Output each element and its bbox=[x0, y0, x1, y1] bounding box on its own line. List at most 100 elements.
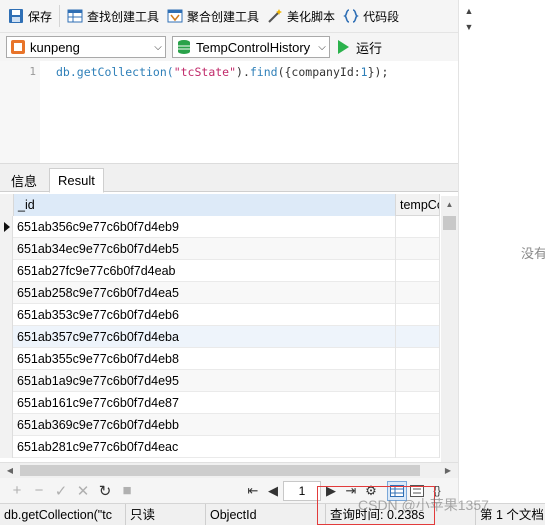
cell-tempco[interactable] bbox=[396, 392, 440, 414]
cell-id[interactable]: 651ab356c9e77c6b0f7d4eb9 bbox=[14, 216, 396, 238]
play-icon bbox=[338, 40, 349, 54]
toolbar-divider bbox=[59, 5, 61, 27]
cell-id[interactable]: 651ab355c9e77c6b0f7d4eb8 bbox=[14, 348, 396, 370]
row-indicator[interactable] bbox=[0, 436, 13, 458]
scroll-up-arrow[interactable]: ▲ bbox=[441, 196, 458, 214]
code-snippet-label: 代码段 bbox=[363, 9, 400, 24]
connection-select[interactable]: kunpeng ⌵ bbox=[6, 36, 166, 58]
table-row[interactable]: 651ab34ec9e77c6b0f7d4eb5 bbox=[0, 238, 440, 260]
remove-icon[interactable]: − bbox=[28, 480, 50, 502]
cell-id[interactable]: 651ab258c9e77c6b0f7d4ea5 bbox=[14, 282, 396, 304]
panel-down-arrow[interactable]: ▼ bbox=[459, 18, 479, 36]
find-builder-label: 查找创建工具 bbox=[87, 9, 160, 24]
magic-wand-icon bbox=[267, 8, 283, 24]
code-token: db.getCollection( bbox=[56, 65, 174, 79]
row-indicator[interactable] bbox=[0, 348, 13, 370]
code-token: ). bbox=[236, 65, 250, 79]
table-row[interactable]: 651ab27fc9e77c6b0f7d4eab bbox=[0, 260, 440, 282]
cell-tempco[interactable] bbox=[396, 304, 440, 326]
row-indicator[interactable] bbox=[0, 238, 13, 260]
cell-tempco[interactable] bbox=[396, 326, 440, 348]
row-indicator-header bbox=[0, 194, 14, 216]
row-indicator[interactable] bbox=[0, 370, 13, 392]
cell-tempco[interactable] bbox=[396, 436, 440, 458]
page-number-input[interactable]: 1 bbox=[283, 481, 321, 501]
prev-page-icon[interactable]: ◀ bbox=[263, 481, 283, 501]
table-row[interactable]: 651ab258c9e77c6b0f7d4ea5 bbox=[0, 282, 440, 304]
cell-id[interactable]: 651ab27fc9e77c6b0f7d4eab bbox=[14, 260, 396, 282]
row-indicator[interactable] bbox=[0, 260, 13, 282]
scroll-left-arrow[interactable]: ◀ bbox=[2, 463, 18, 479]
table-row[interactable]: 651ab1a9c9e77c6b0f7d4e95 bbox=[0, 370, 440, 392]
right-panel-text: 没有 bbox=[521, 246, 545, 261]
column-header-tempco[interactable]: tempCo bbox=[396, 194, 440, 216]
table-row[interactable]: 651ab281c9e77c6b0f7d4eac bbox=[0, 436, 440, 458]
vertical-scrollbar[interactable] bbox=[441, 214, 458, 462]
cell-tempco[interactable] bbox=[396, 238, 440, 260]
column-header-id[interactable]: _id bbox=[14, 194, 396, 216]
collection-select[interactable]: TempControlHistory ⌵ bbox=[172, 36, 330, 58]
first-page-icon[interactable]: ⇤ bbox=[243, 481, 263, 501]
code-token: find bbox=[249, 65, 278, 79]
run-button[interactable]: 运行 bbox=[338, 38, 382, 57]
aggregate-builder-button[interactable]: 聚合创建工具 bbox=[163, 4, 263, 28]
cell-tempco[interactable] bbox=[396, 414, 440, 436]
table-find-icon bbox=[67, 8, 83, 24]
query-editor[interactable]: 1 db.getCollection("tcState").find({comp… bbox=[0, 61, 458, 163]
line-number: 1 bbox=[29, 65, 36, 78]
row-indicator[interactable] bbox=[0, 282, 13, 304]
row-indicator[interactable] bbox=[0, 414, 13, 436]
cell-tempco[interactable] bbox=[396, 370, 440, 392]
current-row-arrow-icon bbox=[4, 222, 10, 232]
refresh-icon[interactable]: ↻ bbox=[94, 480, 116, 502]
row-indicator[interactable] bbox=[0, 304, 13, 326]
query-toolbar: kunpeng ⌵ TempControlHistory ⌵ 运行 bbox=[0, 33, 458, 61]
row-indicator[interactable] bbox=[0, 216, 13, 238]
check-icon[interactable]: ✓ bbox=[50, 480, 72, 502]
connection-icon bbox=[10, 39, 26, 55]
chevron-down-icon: ⌵ bbox=[154, 41, 162, 53]
row-indicator[interactable] bbox=[0, 326, 13, 348]
table-row[interactable]: 651ab355c9e77c6b0f7d4eb8 bbox=[0, 348, 440, 370]
scroll-right-arrow[interactable]: ▶ bbox=[440, 463, 456, 479]
tab-result[interactable]: Result bbox=[49, 168, 104, 193]
table-aggregate-icon bbox=[167, 8, 183, 24]
beautify-button[interactable]: 美化脚本 bbox=[263, 4, 339, 28]
cell-id[interactable]: 651ab1a9c9e77c6b0f7d4e95 bbox=[14, 370, 396, 392]
stop-icon[interactable]: ■ bbox=[116, 480, 138, 502]
horizontal-scrollbar[interactable]: ◀ ▶ bbox=[0, 462, 458, 478]
cell-id[interactable]: 651ab353c9e77c6b0f7d4eb6 bbox=[14, 304, 396, 326]
close-icon[interactable]: ✕ bbox=[72, 480, 94, 502]
database-icon bbox=[176, 39, 192, 55]
table-row[interactable]: 651ab161c9e77c6b0f7d4e87 bbox=[0, 392, 440, 414]
cell-tempco[interactable] bbox=[396, 260, 440, 282]
cell-id[interactable]: 651ab357c9e77c6b0f7d4eba bbox=[14, 326, 396, 348]
cell-tempco[interactable] bbox=[396, 282, 440, 304]
add-icon[interactable]: + bbox=[6, 480, 28, 502]
row-indicator[interactable] bbox=[0, 392, 13, 414]
app-window: 保存 查找创建工具 聚合创建工具 美化脚本 代码段 kunpeng ⌵ Temp… bbox=[0, 0, 545, 525]
beautify-label: 美化脚本 bbox=[287, 9, 336, 24]
aggregate-builder-label: 聚合创建工具 bbox=[187, 9, 260, 24]
cell-tempco[interactable] bbox=[396, 216, 440, 238]
cell-id[interactable]: 651ab161c9e77c6b0f7d4e87 bbox=[14, 392, 396, 414]
cell-id[interactable]: 651ab281c9e77c6b0f7d4eac bbox=[14, 436, 396, 458]
table-row[interactable]: 651ab357c9e77c6b0f7d4eba bbox=[0, 326, 440, 348]
save-button[interactable]: 保存 bbox=[4, 4, 56, 28]
next-page-icon[interactable]: ▶ bbox=[321, 481, 341, 501]
cell-id[interactable]: 651ab369c9e77c6b0f7d4ebb bbox=[14, 414, 396, 436]
tab-result-label: Result bbox=[58, 173, 95, 188]
table-row[interactable]: 651ab356c9e77c6b0f7d4eb9 bbox=[0, 216, 440, 238]
tab-info[interactable]: 信息 bbox=[3, 168, 45, 193]
main-toolbar: 保存 查找创建工具 聚合创建工具 美化脚本 代码段 bbox=[0, 0, 458, 33]
status-readonly: 只读 bbox=[126, 504, 206, 525]
cell-tempco[interactable] bbox=[396, 348, 440, 370]
table-row[interactable]: 651ab369c9e77c6b0f7d4ebb bbox=[0, 414, 440, 436]
table-row[interactable]: 651ab353c9e77c6b0f7d4eb6 bbox=[0, 304, 440, 326]
find-builder-button[interactable]: 查找创建工具 bbox=[63, 4, 163, 28]
cell-id[interactable]: 651ab34ec9e77c6b0f7d4eb5 bbox=[14, 238, 396, 260]
code-snippet-button[interactable]: 代码段 bbox=[339, 4, 403, 28]
scrollbar-thumb[interactable] bbox=[20, 465, 420, 476]
scrollbar-thumb[interactable] bbox=[443, 216, 456, 230]
result-tabs: 信息 Result bbox=[0, 163, 458, 193]
